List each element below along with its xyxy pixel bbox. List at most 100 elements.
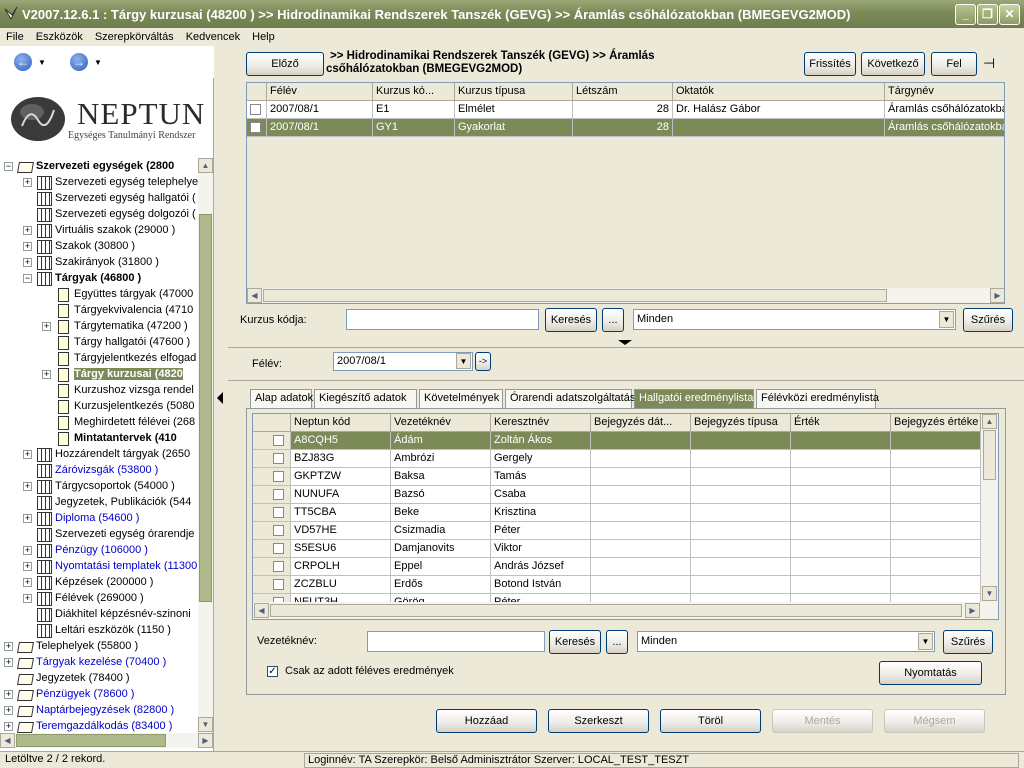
tab-hallgatoi-eredmenylista[interactable]: Hallgatói eredménylista xyxy=(634,389,754,408)
expand-icon[interactable]: + xyxy=(4,641,13,651)
row-selector[interactable] xyxy=(247,119,267,137)
back-dropdown-icon[interactable]: ▼ xyxy=(38,58,46,67)
expand-icon[interactable]: + xyxy=(4,689,13,699)
scroll-down-icon[interactable]: ▼ xyxy=(198,717,213,732)
expand-icon[interactable]: + xyxy=(23,241,32,251)
tree-item-egyuttes-targyak-47000[interactable]: Együttes tárgyak (47000 xyxy=(42,286,193,302)
course-col-header[interactable]: Tárgynév xyxy=(885,83,1004,101)
tab-felevkozi-eredmenylista[interactable]: Félévközi eredménylista xyxy=(756,389,879,408)
row-checkbox[interactable] xyxy=(273,435,284,446)
pane-splitter[interactable] xyxy=(214,46,226,751)
course-col-header[interactable]: Kurzus kó... xyxy=(373,83,455,101)
tree-item-targyjelentkezes-elfogad[interactable]: Tárgyjelentkezés elfogad xyxy=(42,350,196,366)
course-grid-hscroll[interactable]: ◀ ▶ xyxy=(247,288,1004,303)
expand-icon[interactable]: + xyxy=(4,705,13,715)
menu-file[interactable]: File xyxy=(0,31,30,43)
tree-item-targyak-46800[interactable]: − Tárgyak (46800 ) xyxy=(23,270,141,286)
expand-icon[interactable]: + xyxy=(42,321,51,331)
result-col-header[interactable] xyxy=(253,414,291,432)
course-search-button[interactable]: Keresés xyxy=(545,308,597,332)
chevron-down-icon[interactable]: ▼ xyxy=(939,311,954,328)
semester-select[interactable]: 2007/08/1 ▼ xyxy=(333,352,473,371)
row-checkbox[interactable] xyxy=(273,453,284,464)
result-col-header[interactable]: Keresztnév xyxy=(491,414,591,432)
course-filter-button[interactable]: Szűrés xyxy=(963,308,1013,332)
cancel-button[interactable]: Mégsem xyxy=(884,709,985,733)
tree-item-meghirdetett-felevei-268[interactable]: Meghirdetett félévei (268 xyxy=(42,414,195,430)
tree-item-penzugy-106000[interactable]: + Pénzügy (106000 ) xyxy=(23,542,148,558)
row-checkbox[interactable] xyxy=(273,507,284,518)
result-filter-select[interactable]: Minden ▼ xyxy=(637,631,935,652)
tab-alap-adatok[interactable]: Alap adatok xyxy=(250,389,313,408)
scroll-thumb[interactable] xyxy=(270,604,962,617)
course-col-header[interactable]: Oktatók xyxy=(673,83,885,101)
scroll-thumb[interactable] xyxy=(983,430,996,480)
scroll-thumb[interactable] xyxy=(199,214,212,602)
tree-item-kurzushoz-vizsga-rendel[interactable]: Kurzushoz vizsga rendel xyxy=(42,382,194,398)
tree-item-targycsoportok-54000[interactable]: + Tárgycsoportok (54000 ) xyxy=(23,478,175,494)
row-selector[interactable] xyxy=(253,504,291,522)
tree-item-szervezeti-egyseg-orarendje[interactable]: Szervezeti egység órarendje xyxy=(23,526,194,542)
row-selector[interactable] xyxy=(247,101,267,119)
row-checkbox[interactable] xyxy=(273,561,284,572)
expand-icon[interactable]: + xyxy=(23,513,32,523)
tree-item-felevek-269000[interactable]: + Félévek (269000 ) xyxy=(23,590,144,606)
up-button[interactable]: Fel xyxy=(931,52,977,76)
row-selector[interactable] xyxy=(253,594,291,602)
scroll-left-icon[interactable]: ◀ xyxy=(254,603,269,618)
tree-item-hozzarendelt-targyak-2650[interactable]: + Hozzárendelt tárgyak (2650 xyxy=(23,446,190,462)
row-selector[interactable] xyxy=(253,522,291,540)
pin-icon[interactable]: ⊣ xyxy=(983,55,995,72)
row-checkbox[interactable] xyxy=(273,543,284,554)
refresh-button[interactable]: Frissítés xyxy=(804,52,856,76)
result-col-header[interactable]: Vezetéknév xyxy=(391,414,491,432)
tree-item-targy-hallgatoi-47600[interactable]: Tárgy hallgatói (47600 ) xyxy=(42,334,190,350)
maximize-button[interactable]: ❐ xyxy=(977,4,998,25)
row-checkbox[interactable] xyxy=(250,122,261,133)
chevron-down-icon[interactable]: ▼ xyxy=(456,353,471,369)
tree-item-naptarbejegyzesek-82800[interactable]: + Naptárbejegyzések (82800 ) xyxy=(4,702,174,718)
row-selector[interactable] xyxy=(253,540,291,558)
tree-item-zarovizsgak-53800[interactable]: Záróvizsgák (53800 ) xyxy=(23,462,158,478)
expand-icon[interactable]: + xyxy=(42,369,51,379)
result-grid-vscroll[interactable]: ▲ ▼ xyxy=(981,414,998,602)
close-button[interactable]: ✕ xyxy=(999,4,1020,25)
row-selector[interactable] xyxy=(253,576,291,594)
menu-tools[interactable]: Eszközök xyxy=(30,31,89,43)
tab-kovetelmenyek[interactable]: Követelmények xyxy=(419,389,503,408)
course-col-header[interactable]: Létszám xyxy=(573,83,673,101)
row-selector[interactable] xyxy=(253,486,291,504)
course-col-header[interactable] xyxy=(247,83,267,101)
row-selector[interactable] xyxy=(253,450,291,468)
tree-item-leltari-eszkozok-1150[interactable]: Leltári eszközök (1150 ) xyxy=(23,622,171,638)
scroll-right-icon[interactable]: ▶ xyxy=(990,288,1004,303)
row-selector[interactable] xyxy=(253,432,291,450)
expand-icon[interactable]: + xyxy=(23,449,32,459)
scroll-thumb[interactable] xyxy=(16,734,166,747)
tree-horizontal-scrollbar[interactable]: ◀ ▶ xyxy=(0,733,213,748)
result-filter-button[interactable]: Szűrés xyxy=(943,630,993,654)
scroll-right-icon[interactable]: ▶ xyxy=(965,603,980,618)
course-col-header[interactable]: Kurzus típusa xyxy=(455,83,573,101)
tree-item-penzugyek-78600[interactable]: + Pénzügyek (78600 ) xyxy=(4,686,134,702)
semester-only-checkbox[interactable]: ✓ xyxy=(267,666,278,677)
prev-button[interactable]: Előző xyxy=(246,52,324,76)
collapse-icon[interactable]: − xyxy=(23,273,32,283)
menu-favorites[interactable]: Kedvencek xyxy=(180,31,246,43)
semester-go-button[interactable]: -> xyxy=(475,352,491,371)
delete-button[interactable]: Töröl xyxy=(660,709,761,733)
expand-icon[interactable]: + xyxy=(23,481,32,491)
course-code-input[interactable] xyxy=(346,309,539,330)
tree-item-szervezeti-egysegek-2800[interactable]: − Szervezeti egységek (2800 xyxy=(4,158,174,174)
edit-button[interactable]: Szerkeszt xyxy=(548,709,649,733)
menu-role-switch[interactable]: Szerepkörváltás xyxy=(89,31,180,43)
tree-item-jegyzetek-78400[interactable]: Jegyzetek (78400 ) xyxy=(4,670,130,686)
result-col-header[interactable]: Érték xyxy=(791,414,891,432)
scroll-right-icon[interactable]: ▶ xyxy=(198,733,213,748)
expand-icon[interactable]: + xyxy=(23,577,32,587)
result-col-header[interactable]: Bejegyzés dát... xyxy=(591,414,691,432)
scroll-thumb[interactable] xyxy=(263,289,887,302)
print-button[interactable]: Nyomtatás xyxy=(879,661,982,685)
forward-dropdown-icon[interactable]: ▼ xyxy=(94,58,102,67)
tree-item-targyak-kezelese-70400[interactable]: + Tárgyak kezelése (70400 ) xyxy=(4,654,166,670)
